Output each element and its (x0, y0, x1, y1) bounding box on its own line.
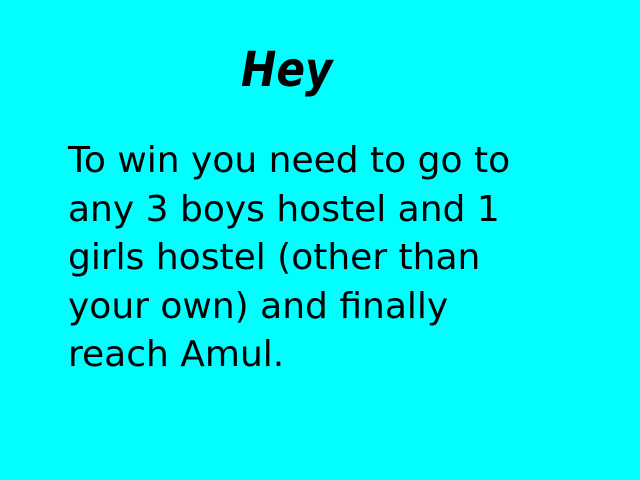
instruction-line-4: your own) and finally (68, 285, 449, 327)
instruction-line-3: girls hostel (other than (68, 237, 481, 278)
screen-title: Hey (241, 42, 333, 98)
instruction-message: To win you need to go to any 3 boys host… (68, 137, 628, 380)
instruction-line-2: any 3 boys hostel and 1 (68, 188, 500, 230)
instruction-line-1: To win you need to go to (68, 140, 511, 181)
instruction-line-5: reach Amul. (68, 334, 285, 375)
